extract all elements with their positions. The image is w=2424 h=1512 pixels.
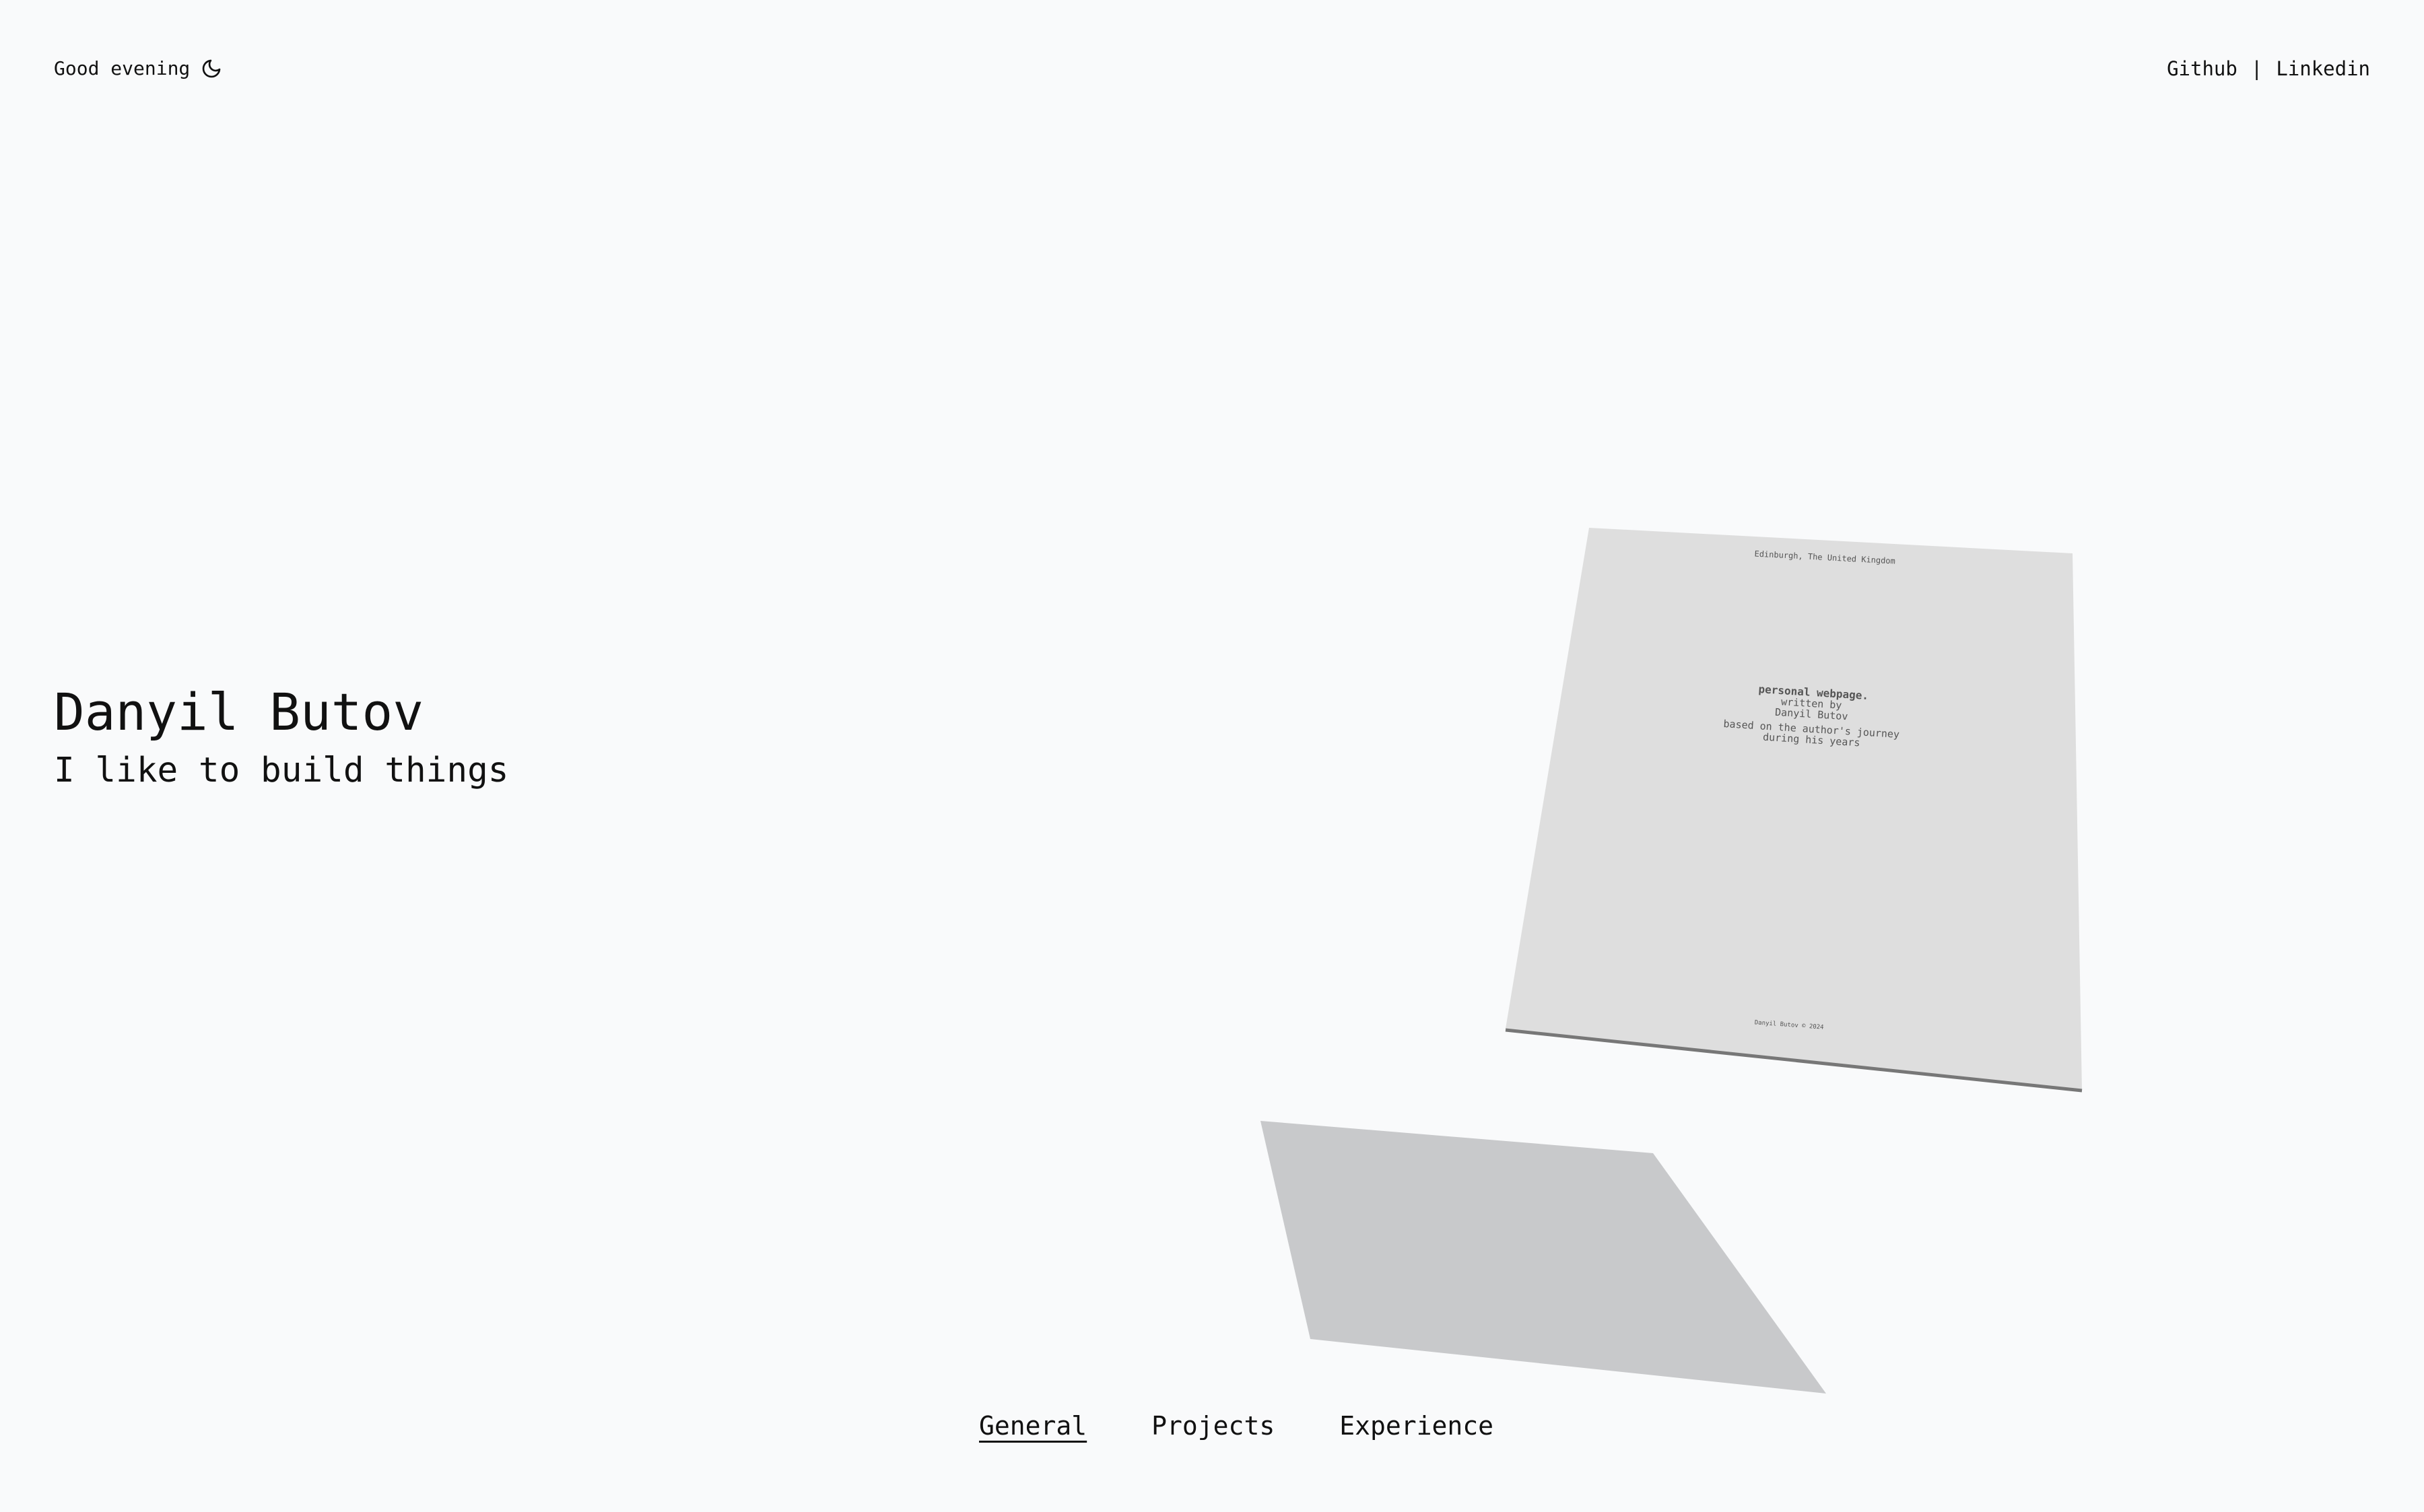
social-links: Github | Linkedin [2167, 55, 2370, 82]
paper-location: Edinburgh, The United Kingdom [1754, 549, 1895, 566]
moon-icon[interactable] [201, 58, 222, 79]
tab-experience[interactable]: Experience [1339, 1407, 1493, 1445]
github-link[interactable]: Github [2167, 55, 2237, 82]
paper-title: personal webpage. [1758, 683, 1869, 702]
link-separator: | [2250, 57, 2263, 80]
tab-projects[interactable]: Projects [1151, 1407, 1275, 1445]
paper-footer: Danyil Butov © 2024 [1754, 1019, 1823, 1031]
greeting-text: Good evening [54, 57, 191, 79]
paper-sheet [1506, 528, 2082, 1091]
paper-edge [1505, 1028, 2083, 1093]
tab-general[interactable]: General [979, 1407, 1087, 1445]
paper-shadow [1260, 1121, 1826, 1394]
paper-based-on-2: during his years [1763, 731, 1860, 749]
linkedin-link[interactable]: Linkedin [2276, 55, 2370, 82]
paper-based-on-1: based on the author's journey [1723, 718, 1900, 741]
greeting: Good evening [54, 55, 222, 82]
paper-author: Danyil Butov [1775, 706, 1848, 723]
section-nav: General Projects Experience [0, 1407, 2424, 1445]
hero-tagline: I like to build things [54, 751, 509, 790]
paper-written-by: written by [1781, 695, 1842, 711]
hero-name: Danyil Butov [54, 682, 424, 742]
